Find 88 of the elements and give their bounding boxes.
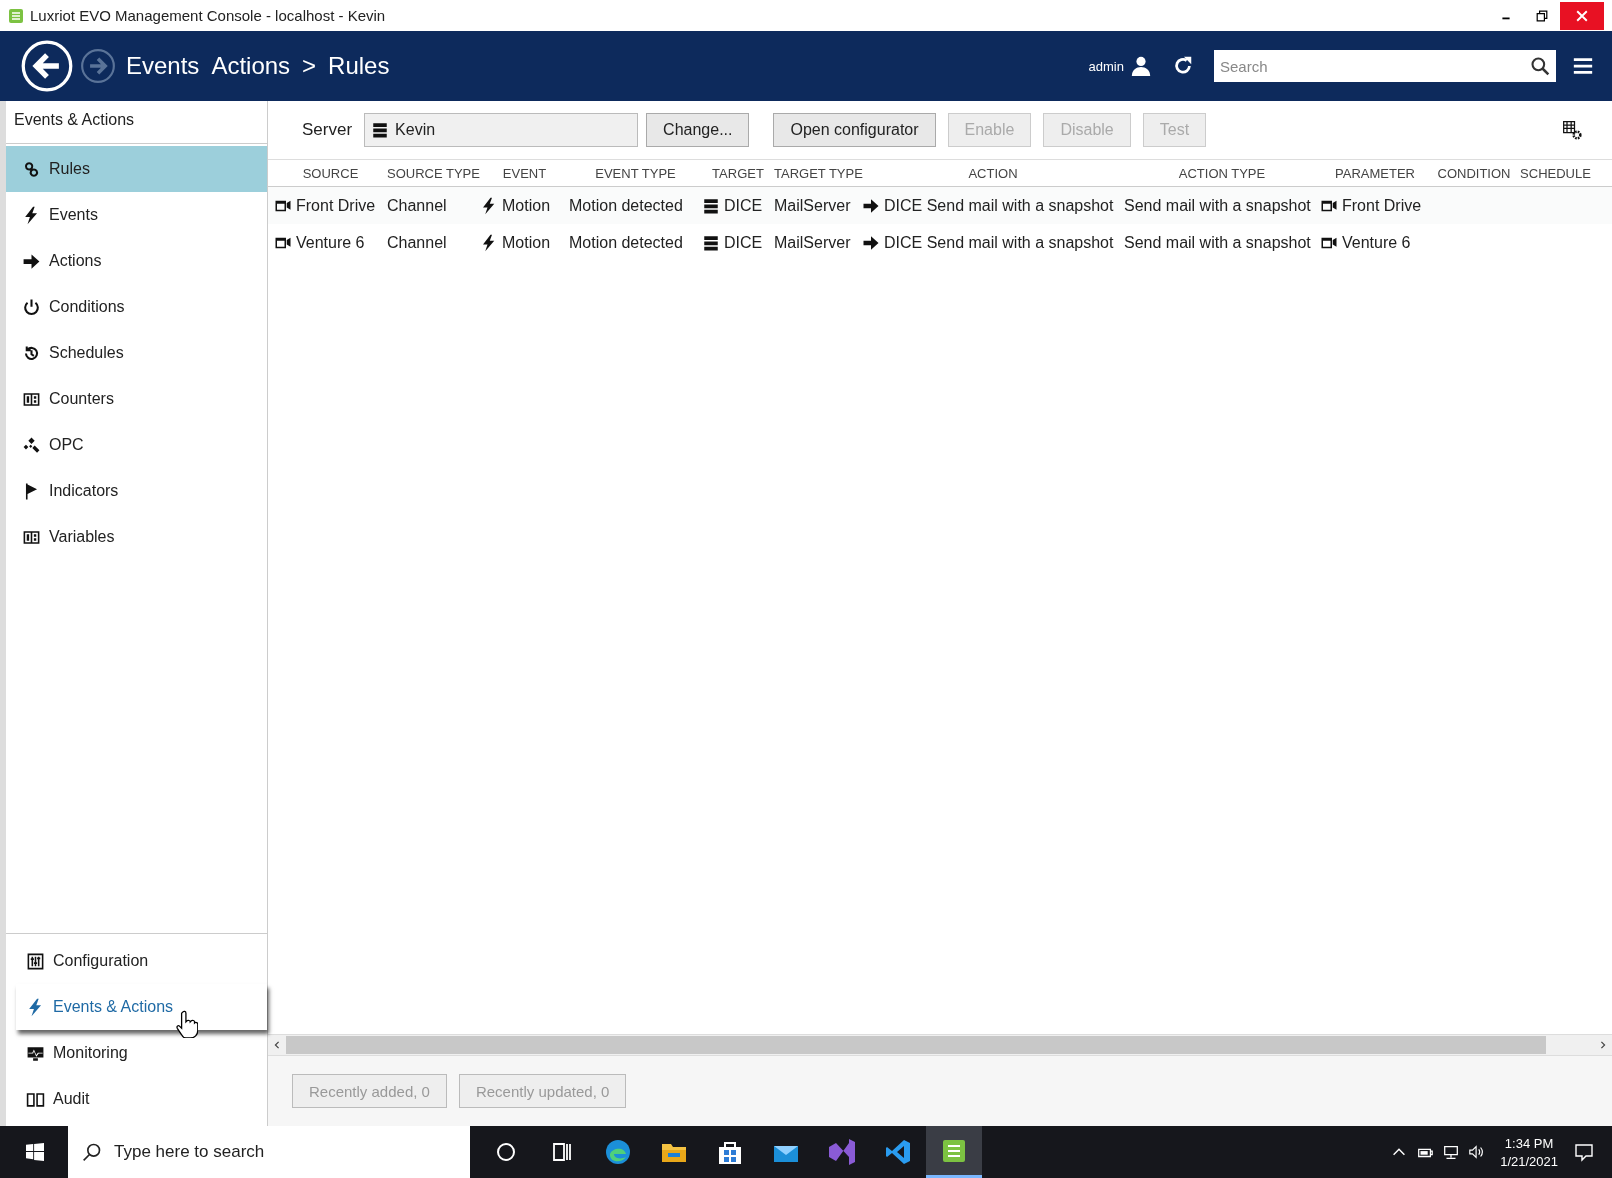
panel-title: Events & Actions <box>6 101 267 144</box>
toolbar-button[interactable]: Change... <box>646 113 750 147</box>
table-cell: DICE Send mail with a snapshot <box>884 233 1114 252</box>
column-header[interactable]: SCHEDULE <box>1518 165 1593 181</box>
taskbar-search-field[interactable]: Type here to search <box>68 1126 470 1178</box>
table-cell: Send mail with a snapshot <box>1124 233 1311 252</box>
forward-icon[interactable] <box>80 48 116 84</box>
nav-section[interactable]: Monitoring <box>6 1030 267 1076</box>
table-cell: Motion <box>502 196 551 215</box>
column-header[interactable]: EVENT <box>480 165 569 181</box>
server-icon <box>702 233 720 252</box>
start-icon[interactable] <box>26 1143 44 1161</box>
user-icon[interactable] <box>1130 55 1152 77</box>
clock-time[interactable]: 1:34 PM <box>1504 1135 1554 1151</box>
table-cell: Channel <box>387 196 447 215</box>
table-cell: Front Drive <box>296 196 376 215</box>
table-cell: Venture 6 <box>296 233 365 252</box>
restore-icon[interactable] <box>1536 9 1548 22</box>
code-icon <box>884 1138 912 1166</box>
clock-date[interactable]: 1/21/2021 <box>1500 1153 1558 1169</box>
table-cell: MailServer <box>774 233 851 252</box>
sidebar-item[interactable]: Rules <box>6 146 267 192</box>
table-cell: DICE <box>724 196 763 215</box>
link-icon <box>22 159 41 179</box>
circle-icon[interactable] <box>494 1140 518 1164</box>
sidebar-item[interactable]: Counters <box>6 376 267 422</box>
search-icon[interactable] <box>1530 56 1550 76</box>
table-cell: Front Drive <box>1342 196 1422 215</box>
hand-cursor-icon <box>176 1010 198 1038</box>
sliders-icon <box>26 951 45 971</box>
table-cell: Send mail with a snapshot <box>1124 196 1311 215</box>
nav-section[interactable]: Audit <box>6 1076 267 1122</box>
breadcrumb-item[interactable]: Events <box>126 52 200 80</box>
user-name: admin <box>1088 58 1124 74</box>
back-icon[interactable] <box>20 39 74 93</box>
scroll-left-icon[interactable] <box>273 1041 281 1049</box>
column-header[interactable]: PARAMETER <box>1320 165 1430 181</box>
menu-icon[interactable] <box>1572 55 1594 77</box>
power-icon <box>22 297 41 317</box>
column-header[interactable]: SOURCE <box>274 165 387 181</box>
column-header[interactable]: ACTION TYPE <box>1124 165 1320 181</box>
history-icon <box>22 343 41 363</box>
server-icon <box>371 121 390 139</box>
breadcrumb-item[interactable]: Actions <box>211 52 291 80</box>
table-cell: MailServer <box>774 196 851 215</box>
table-cell: DICE Send mail with a snapshot <box>884 196 1114 215</box>
server-field[interactable]: Kevin <box>364 113 639 147</box>
table-cell: Venture 6 <box>1342 233 1411 252</box>
table-cell: Motion detected <box>569 196 683 215</box>
table-cell: DICE <box>724 233 763 252</box>
toolbar-button[interactable]: Open configurator <box>773 113 936 147</box>
server-icon <box>702 196 720 215</box>
table-cell: Motion <box>502 233 551 252</box>
column-header[interactable]: EVENT TYPE <box>569 165 702 181</box>
column-header[interactable]: TARGET TYPE <box>774 165 862 181</box>
taskbar-search-input[interactable]: Type here to search <box>112 1131 470 1173</box>
notification-icon[interactable] <box>1574 1142 1594 1162</box>
nav-section[interactable]: Configuration <box>6 938 267 984</box>
sidebar-item[interactable]: OPC <box>6 422 267 468</box>
table-cell: Motion detected <box>569 233 683 252</box>
column-header[interactable]: ACTION <box>862 165 1124 181</box>
column-settings-icon[interactable] <box>1562 120 1582 140</box>
breadcrumb-item: Rules <box>328 52 390 80</box>
sidebar-item[interactable]: Schedules <box>6 330 267 376</box>
column-header[interactable]: SOURCE TYPE <box>387 165 480 181</box>
close-button[interactable] <box>1560 1 1604 30</box>
close-icon[interactable] <box>1576 9 1588 22</box>
column-header[interactable]: CONDITION <box>1430 165 1518 181</box>
search-icon <box>82 1142 102 1162</box>
sidebar-item[interactable]: Conditions <box>6 284 267 330</box>
app-icon <box>8 7 24 24</box>
sidebar-item[interactable]: Variables <box>6 514 267 560</box>
table-cell: Channel <box>387 233 447 252</box>
window-title: Luxriot EVO Management Console - localhost - Kevin <box>30 7 386 24</box>
refresh-icon[interactable] <box>1172 55 1194 77</box>
task-view-icon[interactable] <box>550 1140 574 1164</box>
sidebar-item[interactable]: Actions <box>6 238 267 284</box>
horizontal-scrollbar[interactable] <box>268 1034 1612 1055</box>
taskbar-app[interactable] <box>926 1126 982 1178</box>
server-label: Server <box>302 120 353 140</box>
nav-section[interactable]: Events & Actions <box>16 984 267 1030</box>
sidebar-item[interactable]: Indicators <box>6 468 267 514</box>
browser-icon <box>604 1138 632 1166</box>
scroll-right-icon[interactable] <box>1599 1041 1607 1049</box>
breadcrumb-item: > <box>302 52 317 80</box>
ribbon-icon <box>828 1138 856 1166</box>
column-header[interactable]: TARGET <box>702 165 774 181</box>
sidebar-item[interactable]: Events <box>6 192 267 238</box>
